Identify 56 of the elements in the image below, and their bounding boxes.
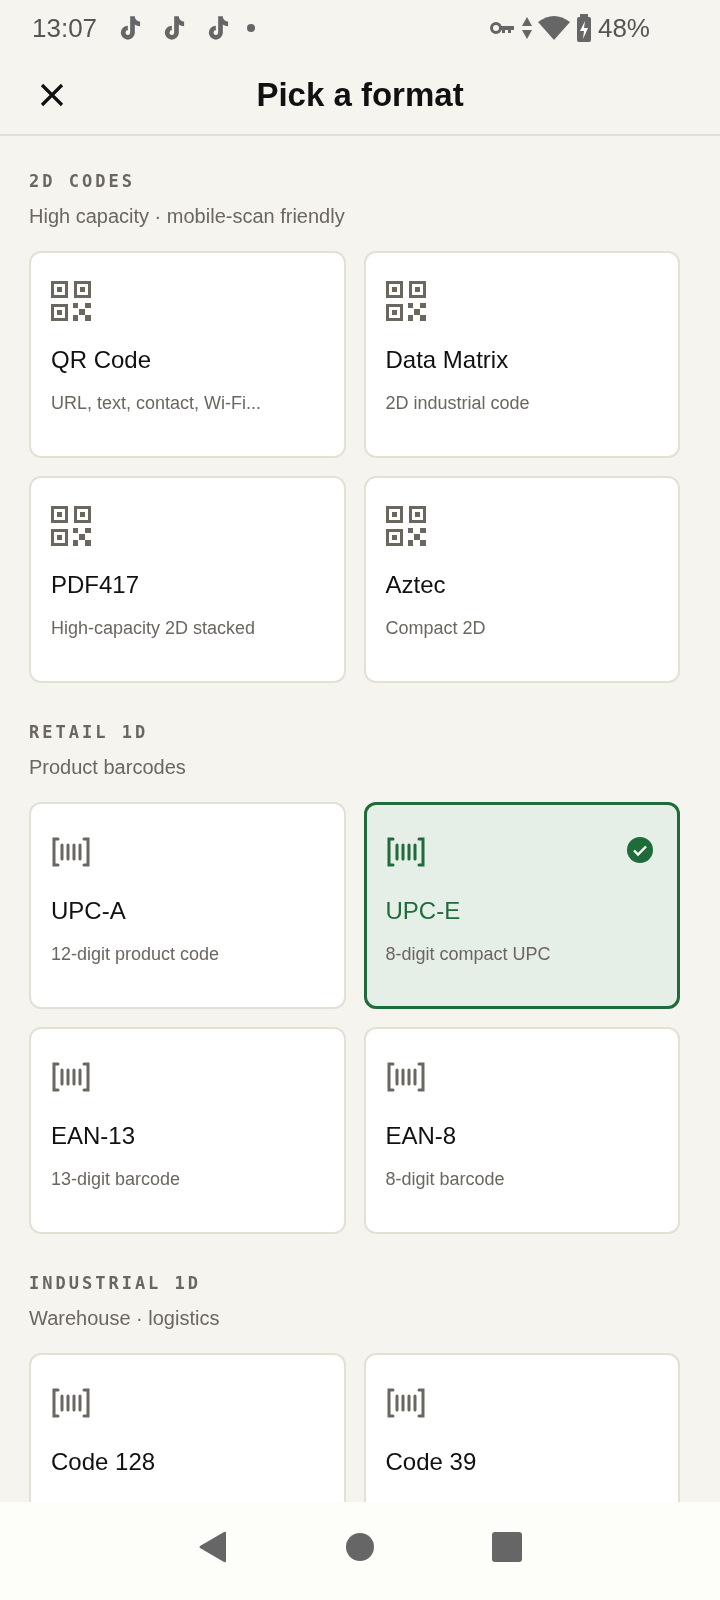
back-icon[interactable] bbox=[198, 1531, 228, 1563]
format-card[interactable]: UPC-E 8-digit compact UPC bbox=[363, 802, 680, 1009]
battery-icon bbox=[575, 14, 592, 42]
format-title: UPC-E bbox=[385, 896, 462, 926]
close-icon bbox=[40, 83, 64, 107]
checkmark-icon bbox=[627, 837, 653, 863]
format-description: 13-digit barcode bbox=[51, 1168, 182, 1191]
format-description: Compact 2D bbox=[385, 617, 487, 640]
format-card[interactable]: Code 128 bbox=[29, 1353, 346, 1502]
format-card[interactable]: EAN-8 8-digit barcode bbox=[363, 1027, 680, 1234]
status-time: 13:07 bbox=[32, 12, 98, 44]
format-title: QR Code bbox=[51, 345, 153, 375]
format-title: EAN-13 bbox=[51, 1121, 137, 1151]
format-card[interactable]: QR Code URL, text, contact, Wi-Fi... bbox=[29, 251, 346, 458]
battery-percentage: 48% bbox=[597, 12, 650, 44]
format-title: Code 39 bbox=[385, 1447, 478, 1477]
home-icon[interactable] bbox=[346, 1533, 374, 1561]
format-card[interactable]: EAN-13 13-digit barcode bbox=[29, 1027, 346, 1234]
format-description: URL, text, contact, Wi-Fi... bbox=[51, 392, 263, 415]
section-label: INDUSTRIAL 1D bbox=[29, 1272, 203, 1294]
format-description: High-capacity 2D stacked bbox=[51, 617, 257, 640]
format-card[interactable]: Data Matrix 2D industrial code bbox=[363, 251, 680, 458]
barcode-icon bbox=[51, 837, 91, 867]
format-title: Code 128 bbox=[51, 1447, 157, 1477]
format-description: 8-digit barcode bbox=[385, 1168, 506, 1191]
qr-code-icon bbox=[51, 506, 91, 546]
format-description: 2D industrial code bbox=[385, 392, 531, 415]
section-subtitle: High capacity · mobile-scan friendly bbox=[29, 204, 346, 228]
page-title: Pick a format bbox=[256, 76, 464, 114]
qr-code-icon bbox=[385, 281, 426, 321]
barcode-icon bbox=[51, 1388, 91, 1418]
section-label: RETAIL 1D bbox=[29, 721, 150, 743]
wifi-icon bbox=[537, 16, 570, 40]
format-title: UPC-A bbox=[51, 896, 127, 926]
dot-icon bbox=[247, 24, 256, 32]
format-description: 8-digit compact UPC bbox=[385, 943, 552, 966]
section-subtitle: Product barcodes bbox=[29, 755, 187, 779]
section-subtitle: Warehouse · logistics bbox=[29, 1306, 221, 1330]
format-title: Aztec bbox=[385, 570, 447, 600]
format-title: PDF417 bbox=[51, 570, 141, 600]
barcode-icon bbox=[385, 1062, 426, 1092]
barcode-icon bbox=[385, 837, 426, 867]
format-description: 12-digit product code bbox=[51, 943, 221, 966]
format-title: Data Matrix bbox=[385, 345, 510, 375]
qr-code-icon bbox=[51, 281, 91, 321]
key-icon bbox=[489, 21, 516, 35]
format-card[interactable]: Aztec Compact 2D bbox=[363, 476, 680, 683]
data-arrows-icon bbox=[521, 17, 532, 39]
format-card[interactable]: UPC-A 12-digit product code bbox=[29, 802, 346, 1009]
format-title: EAN-8 bbox=[385, 1121, 458, 1151]
format-card[interactable]: PDF417 High-capacity 2D stacked bbox=[29, 476, 346, 683]
barcode-icon bbox=[51, 1062, 91, 1092]
barcode-icon bbox=[385, 1388, 426, 1418]
qr-code-icon bbox=[385, 506, 426, 546]
section-label: 2D CODES bbox=[29, 170, 136, 192]
format-card[interactable]: Code 39 bbox=[363, 1353, 680, 1502]
